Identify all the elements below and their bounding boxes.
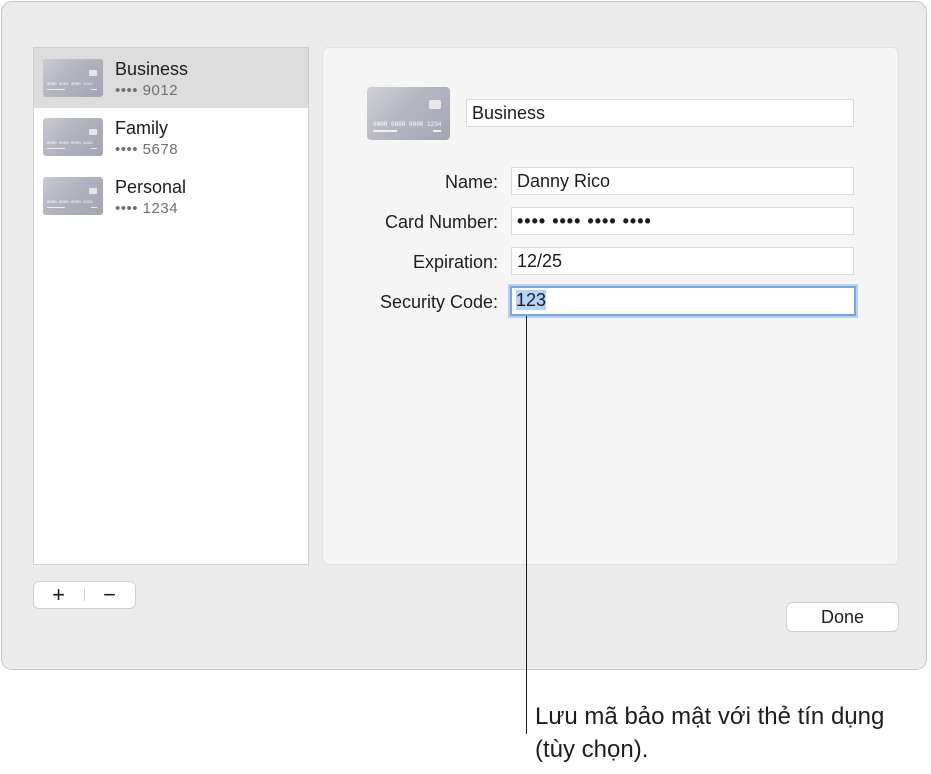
card-number-label: Card Number: [384, 212, 498, 232]
security-code-field[interactable]: 123 [510, 286, 856, 316]
security-code-label: Security Code: [379, 292, 498, 312]
card-name: Business [115, 59, 189, 79]
credit-cards-dialog: 0000 0000 0000 1234 Business •••• 9012 0… [1, 1, 927, 670]
callout-line [526, 316, 527, 734]
name-label: Name: [444, 172, 498, 192]
security-code-value: 123 [516, 290, 547, 310]
card-number-field[interactable]: •••• •••• •••• •••• [511, 207, 854, 235]
expiration-field[interactable]: 12/25 [511, 247, 854, 275]
callout-text: Lưu mã bảo mật với thẻ tín dụng (tùy chọ… [535, 703, 885, 763]
card-list: 0000 0000 0000 1234 Business •••• 9012 0… [33, 47, 309, 565]
card-detail-panel: 0000 0000 0000 1234 Business Name: Danny… [322, 47, 899, 565]
credit-card-icon: 0000 0000 0000 1234 [43, 59, 103, 97]
name-field[interactable]: Danny Rico [511, 167, 854, 195]
credit-card-icon: 0000 0000 0000 1234 [43, 118, 103, 156]
card-name: Personal [115, 177, 187, 197]
card-title-field[interactable]: Business [466, 99, 854, 127]
card-number-masked: •••• 9012 [115, 82, 179, 99]
card-number-masked: •••• 5678 [115, 141, 179, 158]
credit-card-icon: 0000 0000 0000 1234 [43, 177, 103, 215]
card-number-masked: •••• 1234 [115, 200, 179, 217]
add-card-button[interactable]: + [34, 582, 83, 608]
add-remove-control: + − [33, 581, 136, 609]
card-list-item-business[interactable]: 0000 0000 0000 1234 Business •••• 9012 [34, 48, 308, 108]
expiration-label: Expiration: [412, 252, 498, 272]
card-list-item-family[interactable]: 0000 0000 0000 1234 Family •••• 5678 [34, 107, 308, 167]
card-name: Family [115, 118, 168, 138]
credit-card-image: 0000 0000 0000 1234 [367, 87, 450, 140]
done-button[interactable]: Done [786, 602, 899, 632]
card-list-item-personal[interactable]: 0000 0000 0000 1234 Personal •••• 1234 [34, 166, 308, 226]
remove-card-button[interactable]: − [85, 582, 134, 608]
